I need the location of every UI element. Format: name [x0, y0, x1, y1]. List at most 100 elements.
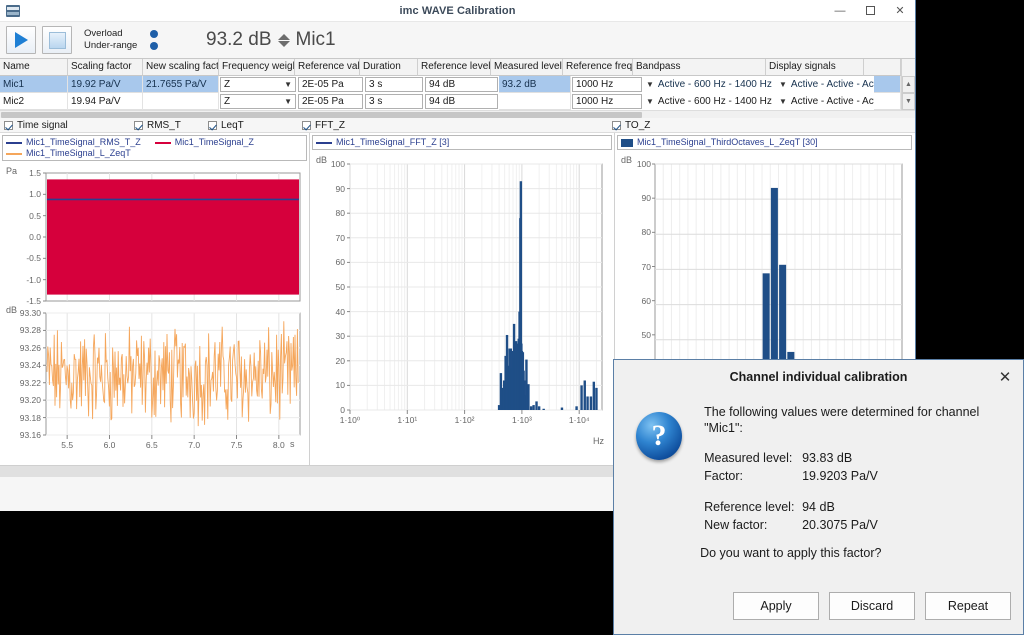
axis-tick: 1·10³	[512, 415, 532, 425]
column-header-display-signals[interactable]: Display signals	[766, 59, 864, 76]
cell-reference-frequency[interactable]: 1000 Hz	[572, 77, 642, 92]
dialog-message: The following values were determined for…	[704, 404, 1009, 436]
dialog-close-button[interactable]: ✕	[993, 365, 1017, 389]
checkbox-time-signal[interactable]: Time signal	[4, 120, 68, 131]
repeat-button[interactable]: Repeat	[925, 592, 1011, 620]
table-vscroll-up[interactable]: ▲	[901, 76, 915, 93]
axis-tick: 93.18	[20, 413, 41, 423]
reference-level-value: 94 dB	[802, 499, 835, 515]
start-button[interactable]	[6, 26, 36, 54]
axis-tick: 100	[331, 159, 345, 169]
level-value: 93.2 dB	[206, 29, 272, 51]
axis-tick: 93.26	[20, 343, 41, 353]
cell-display-signals[interactable]: ▼Active - Active - Active	[776, 93, 874, 110]
fft-legend[interactable]: Mic1_TimeSignal_FFT_Z [3]	[312, 135, 612, 150]
calibration-dialog: Channel individual calibration ✕ ? The f…	[613, 359, 1024, 635]
window-title: imc WAVE Calibration	[0, 5, 915, 17]
close-button[interactable]: ✕	[885, 0, 915, 22]
axis-tick: 8.0	[273, 440, 285, 450]
column-header-reference-frequency[interactable]: Reference frequency	[563, 59, 633, 76]
new-factor-field: New factor: 20.3075 Pa/V	[704, 517, 1009, 533]
column-header-name[interactable]: Name	[0, 59, 68, 76]
discard-button[interactable]: Discard	[829, 592, 915, 620]
checkbox-label: LeqT	[221, 120, 244, 131]
legend-line-icon	[6, 142, 22, 144]
time-signal-legend[interactable]: Mic1_TimeSignal_RMS_T_Z Mic1_TimeSignal_…	[2, 135, 307, 161]
channel-name: Mic1	[296, 29, 336, 51]
stop-button[interactable]	[42, 26, 72, 54]
legend-label: Mic1_TimeSignal_Z	[175, 137, 254, 148]
underrange-led-icon	[150, 42, 158, 50]
measured-level-key: Measured level:	[704, 450, 802, 466]
apply-button[interactable]: Apply	[733, 592, 819, 620]
table-header-row: NameScaling factorNew scaling factorFreq…	[0, 59, 915, 76]
signal-checkbox-strip: Time signal RMS_T LeqT FFT_Z TO_Z	[0, 118, 915, 133]
dialog-question: Do you want to apply this factor?	[700, 545, 1009, 561]
question-icon: ?	[636, 412, 682, 460]
column-header-scaling-factor[interactable]: Scaling factor	[68, 59, 143, 76]
cell-bandpass[interactable]: ▼Active - 600 Hz - 1400 Hz	[643, 76, 776, 93]
channel-table: NameScaling factorNew scaling factorFreq…	[0, 58, 915, 118]
cell-duration[interactable]: 3 s	[365, 77, 423, 92]
chevron-down-icon: ▼	[646, 97, 654, 106]
legend-label: Mic1_TimeSignal_ThirdOctaves_L_ZeqT [30]	[637, 137, 818, 148]
axis-tick: 93.22	[20, 378, 41, 388]
column-header-measured-level[interactable]: Measured level	[491, 59, 563, 76]
axis-tick: 90	[336, 184, 345, 194]
axis-tick: 1·10⁴	[569, 415, 590, 425]
axis-tick: 0	[340, 405, 345, 415]
checkbox-fft-z[interactable]: FFT_Z	[302, 120, 345, 131]
seconds-unit-label: s	[290, 439, 295, 449]
checkbox-to-z[interactable]: TO_Z	[612, 120, 650, 131]
scroll-up-icon: ▲	[902, 76, 915, 93]
table-row[interactable]: Mic219.94 Pa/VZ▼2E-05 Pa3 s94 dB1000 Hz▼…	[0, 93, 915, 110]
minimize-button[interactable]: —	[825, 0, 855, 22]
legend-line-icon	[155, 142, 171, 144]
channel-spinner[interactable]	[278, 34, 290, 47]
reference-level-key: Reference level:	[704, 499, 802, 515]
dialog-title-bar: Channel individual calibration ✕	[614, 360, 1023, 394]
overload-led-icon	[150, 30, 158, 38]
column-header-duration[interactable]: Duration	[360, 59, 418, 76]
axis-tick: 93.28	[20, 325, 41, 335]
fft-plot-area: dB 1009080706050403020100 1·10⁰1·10¹1·10…	[310, 152, 614, 452]
column-header-reference-value[interactable]: Reference value	[295, 59, 360, 76]
cell-reference-level[interactable]: 94 dB	[425, 77, 498, 92]
cell-duration[interactable]: 3 s	[365, 94, 423, 109]
cell-display-signals[interactable]: ▼Active - Active - Active	[776, 76, 874, 93]
third-octave-legend[interactable]: Mic1_TimeSignal_ThirdOctaves_L_ZeqT [30]	[617, 135, 912, 150]
level-display: 93.2 dB Mic1	[206, 29, 336, 51]
table-row[interactable]: Mic119.92 Pa/V21.7655 Pa/VZ▼2E-05 Pa3 s9…	[0, 76, 915, 93]
cell-reference-value[interactable]: 2E-05 Pa	[298, 94, 363, 109]
axis-tick: 5.5	[61, 440, 73, 450]
column-header-new-scaling-factor[interactable]: New scaling factor	[143, 59, 219, 76]
checkbox-label: TO_Z	[625, 120, 650, 131]
axis-tick: 70	[642, 262, 651, 272]
table-hscrollbar[interactable]	[0, 110, 915, 118]
legend-label: Mic1_TimeSignal_RMS_T_Z	[26, 137, 141, 148]
chevron-up-icon	[278, 34, 290, 40]
cell-reference-frequency[interactable]: 1000 Hz	[572, 94, 642, 109]
column-header-reference-level[interactable]: Reference level	[418, 59, 491, 76]
axis-tick: 1.5	[29, 168, 41, 178]
dialog-text: The following values were determined for…	[704, 404, 1009, 561]
cell-frequency-weighting[interactable]: Z▼	[220, 77, 296, 92]
checkbox-leqt[interactable]: LeqT	[208, 120, 244, 131]
cell-reference-value[interactable]: 2E-05 Pa	[298, 77, 363, 92]
column-header-bandpass[interactable]: Bandpass	[633, 59, 766, 76]
new-factor-key: New factor:	[704, 517, 802, 533]
table-vscroll-down[interactable]: ▼	[901, 93, 915, 110]
checkbox-rms-t[interactable]: RMS_T	[134, 120, 181, 131]
cell-bandpass[interactable]: ▼Active - 600 Hz - 1400 Hz	[643, 93, 776, 110]
pa-unit-label: Pa	[6, 166, 17, 176]
cell-name: Mic2	[0, 93, 68, 110]
cell-reference-level[interactable]: 94 dB	[425, 94, 498, 109]
cell-scaling-factor: 19.92 Pa/V	[68, 76, 143, 93]
overload-label: Overload	[84, 28, 142, 40]
maximize-button[interactable]	[855, 0, 885, 22]
dialog-body: ? The following values were determined f…	[614, 394, 1023, 561]
time-signal-chart	[0, 163, 310, 455]
axis-tick: 0.0	[29, 232, 41, 242]
column-header-frequency-weighting[interactable]: Frequency weighting	[219, 59, 295, 76]
cell-frequency-weighting[interactable]: Z▼	[220, 94, 296, 109]
